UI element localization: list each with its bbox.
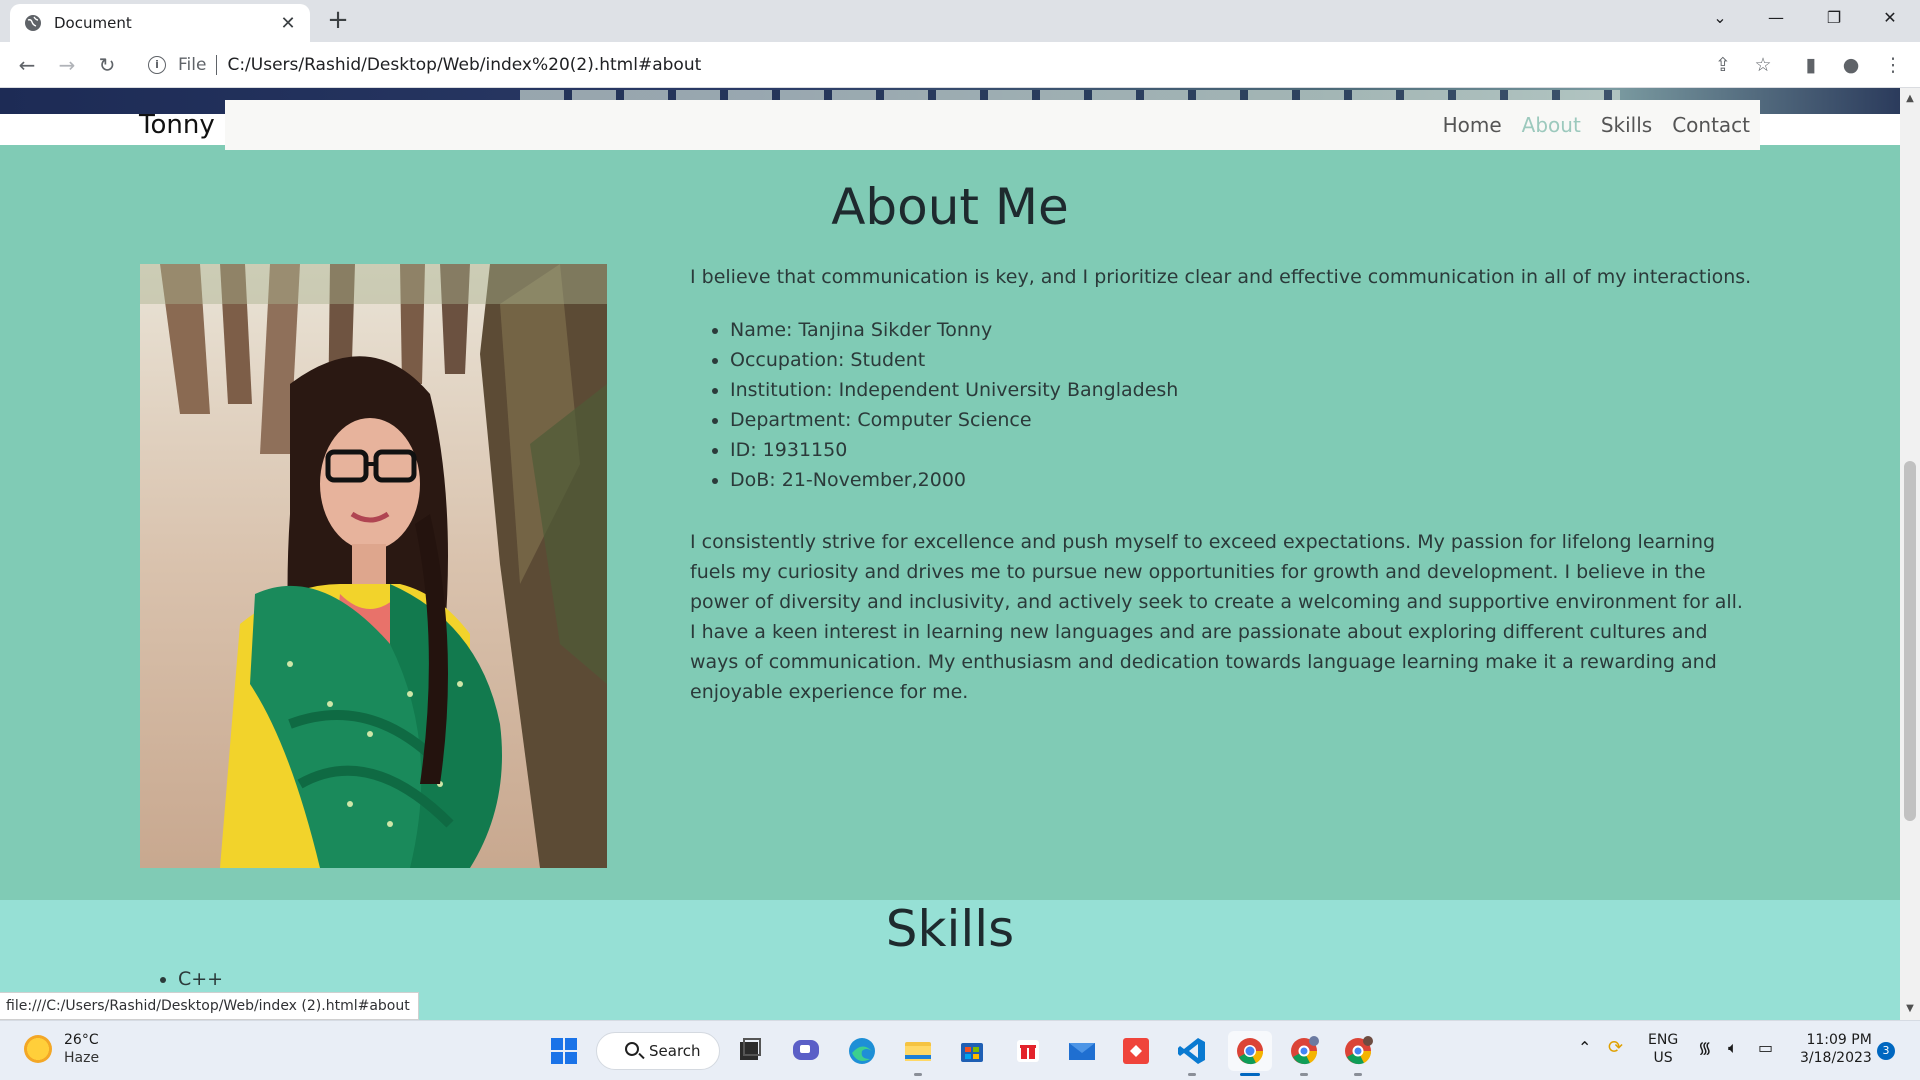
address-bar[interactable]: i File C:/Users/Rashid/Desktop/Web/index… [140, 49, 1780, 81]
about-section: About Me I believe that communication is… [0, 145, 1900, 900]
restore-button[interactable]: ❐ [1806, 0, 1862, 36]
close-tab-icon[interactable]: ✕ [276, 13, 300, 34]
profile-photo-illustration [140, 264, 607, 868]
menu-icon[interactable]: ⋮ [1880, 52, 1906, 78]
tab-search-icon[interactable]: ⌄ [1692, 0, 1748, 36]
scrollbar-thumb[interactable] [1904, 461, 1916, 821]
mail-icon[interactable] [1064, 1033, 1100, 1069]
forward-icon[interactable]: → [52, 50, 82, 80]
detail-institution: Institution: Independent University Bang… [730, 375, 1178, 405]
detail-name: Name: Tanjina Sikder Tonny [730, 315, 1178, 345]
about-details-list: Name: Tanjina Sikder Tonny Occupation: S… [730, 315, 1178, 495]
windows-start-icon[interactable] [546, 1033, 582, 1069]
back-icon[interactable]: ← [12, 50, 42, 80]
battery-icon[interactable]: ▭ [1758, 1039, 1773, 1057]
about-paragraph: I consistently strive for excellence and… [690, 531, 1743, 703]
chrome-profile-icon[interactable] [1286, 1033, 1322, 1069]
reload-icon[interactable]: ↻ [92, 50, 122, 80]
detail-dob: DoB: 21-November,2000 [730, 465, 1178, 495]
link-status-bubble: file:///C:/Users/Rashid/Desktop/Web/inde… [0, 992, 419, 1020]
tab-strip: Document ✕ + ⌄ — ❐ ✕ [0, 0, 1920, 42]
skill-item: C++ [178, 968, 223, 990]
browser-toolbar: ← → ↻ i File C:/Users/Rashid/Desktop/Web… [0, 42, 1920, 88]
vscode-icon[interactable] [1174, 1033, 1210, 1069]
taskbar-search-label: Search [649, 1042, 701, 1060]
weather-condition: Haze [64, 1050, 100, 1066]
site-brand[interactable]: Tonny [139, 110, 215, 140]
chrome-profile-running-indicator [1300, 1073, 1308, 1076]
profile-icon[interactable]: ● [1838, 52, 1864, 78]
about-intro: I believe that communication is key, and… [690, 266, 1752, 288]
clock-time: 11:09 PM [1806, 1032, 1872, 1048]
chrome-active-indicator [1240, 1073, 1260, 1076]
about-heading: About Me [831, 178, 1069, 236]
weather-widget[interactable]: 26°C Haze [24, 1031, 99, 1067]
volume-icon[interactable]: 🔈︎ [1728, 1039, 1738, 1057]
page-viewport: Tonny Home About Skills Contact About Me [0, 88, 1900, 1020]
site-navbar: Home About Skills Contact [225, 100, 1760, 150]
chevron-up-icon[interactable]: ⌃ [1578, 1039, 1591, 1057]
bookmark-star-icon[interactable]: ☆ [1750, 52, 1776, 78]
notification-badge[interactable]: 3 [1877, 1042, 1895, 1060]
skills-heading: Skills [885, 900, 1015, 958]
browser-tab[interactable]: Document ✕ [10, 4, 310, 42]
scroll-up-icon[interactable]: ▲ [1900, 90, 1920, 108]
new-tab-button[interactable]: + [324, 6, 352, 34]
detail-occupation: Occupation: Student [730, 345, 1178, 375]
close-window-button[interactable]: ✕ [1862, 0, 1918, 36]
search-icon [625, 1042, 639, 1056]
nav-skills[interactable]: Skills [1601, 113, 1652, 137]
file-explorer-icon[interactable] [900, 1033, 936, 1069]
profile-photo [140, 264, 607, 868]
share-icon[interactable]: ⇪ [1710, 52, 1736, 78]
nav-about[interactable]: About [1522, 113, 1581, 137]
chrome-profile-t-icon[interactable] [1340, 1033, 1376, 1069]
explorer-running-indicator [914, 1073, 922, 1076]
language-indicator[interactable]: ENG US [1648, 1031, 1678, 1067]
url-text[interactable]: C:/Users/Rashid/Desktop/Web/index%20(2).… [227, 55, 701, 75]
url-scheme: File [178, 55, 207, 75]
chrome-t-running-indicator [1354, 1073, 1362, 1076]
chrome-icon[interactable] [1232, 1033, 1268, 1069]
url-separator [216, 55, 218, 75]
minimize-button[interactable]: — [1748, 0, 1804, 36]
sun-haze-icon [24, 1035, 52, 1063]
vscode-running-indicator [1188, 1073, 1196, 1076]
edge-icon[interactable] [844, 1033, 880, 1069]
teams-chat-icon[interactable] [788, 1033, 824, 1069]
nav-home[interactable]: Home [1443, 113, 1502, 137]
weather-temp: 26°C [64, 1032, 99, 1048]
clock[interactable]: 11:09 PM 3/18/2023 [1800, 1031, 1872, 1067]
taskbar-search[interactable]: Search [596, 1032, 720, 1070]
microsoft-store-icon[interactable] [954, 1033, 990, 1069]
page-scrollbar[interactable]: ▲ ▼ [1900, 88, 1920, 1020]
skills-list: C++ [178, 968, 223, 990]
globe-icon [25, 15, 41, 31]
lang-top: ENG [1648, 1032, 1679, 1048]
detail-department: Department: Computer Science [730, 405, 1178, 435]
sync-icon[interactable]: ⟳ [1608, 1039, 1623, 1057]
wifi-icon[interactable]: ᯾ [1698, 1039, 1712, 1057]
anydesk-icon[interactable] [1118, 1033, 1154, 1069]
lang-bottom: US [1653, 1050, 1673, 1066]
task-view-icon[interactable] [732, 1033, 768, 1069]
side-panel-icon[interactable]: ▮ [1798, 52, 1824, 78]
taskbar: 26°C Haze Search ⌃ ⟳ ENG US ᯾ 🔈︎ ▭ 11:09… [0, 1020, 1920, 1080]
tab-title: Document [54, 14, 132, 32]
detail-id: ID: 1931150 [730, 435, 1178, 465]
gift-app-icon[interactable] [1010, 1033, 1046, 1069]
site-info-icon[interactable]: i [148, 56, 166, 74]
scroll-down-icon[interactable]: ▼ [1900, 1000, 1920, 1018]
clock-date: 3/18/2023 [1800, 1050, 1872, 1066]
nav-contact[interactable]: Contact [1672, 113, 1750, 137]
